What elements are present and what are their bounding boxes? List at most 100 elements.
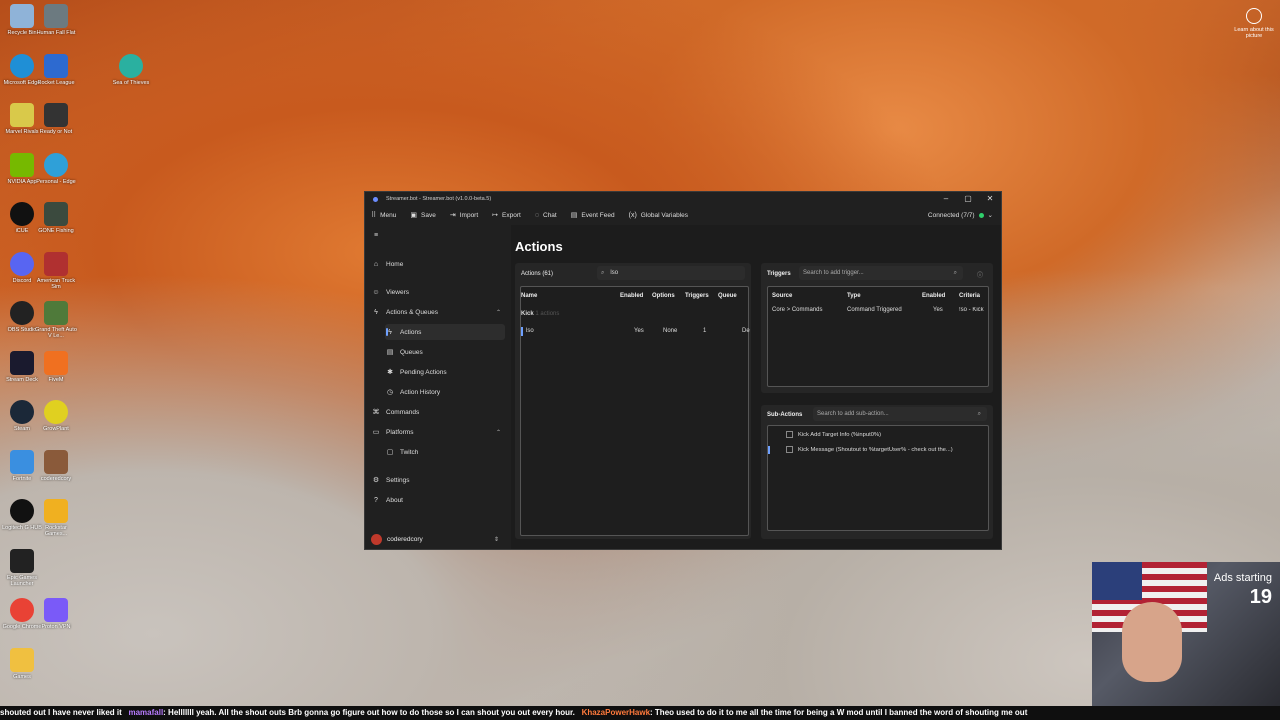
- avatar: [371, 534, 382, 545]
- window-title: Streamer.bot - Streamer.bot (v1.0.0-beta…: [386, 196, 492, 202]
- sidebar-item-actions-queues[interactable]: ϟ Actions & Queues ⌃: [371, 304, 505, 320]
- command-icon: ⌘: [372, 409, 380, 416]
- streamerbot-window: Streamer.bot - Streamer.bot (v1.0.0-beta…: [364, 191, 1002, 550]
- col-source[interactable]: Source: [772, 293, 792, 299]
- desktop-icon-games-folder[interactable]: Games: [0, 648, 44, 680]
- table-row[interactable]: lso Yes None 1 De: [521, 327, 750, 337]
- gear-icon: ⚙: [372, 477, 380, 484]
- actions-table: Name Enabled Options Triggers Queue Kick…: [520, 286, 750, 536]
- active-indicator: [386, 328, 388, 336]
- chat-icon: ◌: [534, 211, 539, 219]
- sidebar-item-twitch[interactable]: ▢ Twitch: [385, 444, 505, 460]
- desktop-icon-personal-edge[interactable]: Personal - Edge: [34, 153, 78, 185]
- col-enabled[interactable]: Enabled: [922, 293, 945, 299]
- save-button[interactable]: ▣ Save: [410, 211, 435, 220]
- desktop-icon-proton-vpn[interactable]: Proton VPN: [34, 598, 78, 630]
- import-icon: ⇥: [449, 212, 456, 219]
- list-item[interactable]: Kick Message (Shoutout to %targetUser% -…: [768, 446, 953, 454]
- queue-icon: ▤: [386, 349, 394, 356]
- checkbox[interactable]: [786, 431, 793, 438]
- status-dot-icon: [978, 212, 984, 218]
- group-kick[interactable]: Kick 1 actions: [521, 311, 559, 317]
- desktop-icon-fivem[interactable]: FiveM: [34, 351, 78, 383]
- grid-icon: ⠿: [371, 212, 377, 219]
- search-icon: ⌕: [953, 269, 957, 276]
- minimize-button[interactable]: –: [935, 192, 957, 206]
- sidebar-item-queues[interactable]: ▤ Queues: [385, 344, 505, 360]
- checkbox[interactable]: [786, 446, 793, 453]
- subaction-search-input[interactable]: Search to add sub-action... ⌕: [813, 407, 987, 421]
- desktop-icon-rocket-league[interactable]: Rocket League: [34, 54, 78, 86]
- desktop-icon-gta[interactable]: Grand Theft Auto V Le...: [34, 301, 78, 339]
- desktop-icon-human-fall-flat[interactable]: Human Fall Flat: [34, 4, 78, 36]
- twitch-icon: ▢: [386, 449, 394, 456]
- hamburger-button[interactable]: ≡: [371, 227, 505, 243]
- chat-button[interactable]: ◌ Chat: [535, 212, 557, 219]
- search-icon: ⌕: [977, 410, 981, 417]
- desktop-icon-epic[interactable]: Epic Games Launcher: [0, 549, 44, 587]
- sidebar-item-about[interactable]: ? About: [371, 492, 505, 508]
- export-icon: ↦: [492, 212, 499, 219]
- desktop-icon-coderedcory[interactable]: coderedcory: [34, 450, 78, 482]
- toolbar: ⠿ Menu ▣ Save ⇥ Import ↦ Export ◌ Chat ▤ Event…: [365, 206, 1001, 224]
- sidebar: ≡ ⌂ Home ☺ Viewers ϟ Actions & Queues ⌃ ϟ Act…: [365, 225, 511, 549]
- global-variables-button[interactable]: (x) Global Variables: [629, 212, 688, 219]
- camera-icon: [1246, 8, 1262, 24]
- desktop-icon-rockstar[interactable]: Rockstar Games...: [34, 499, 78, 537]
- table-row[interactable]: Core > Commands Command Triggered Yes !s…: [768, 306, 988, 316]
- app-logo-icon: [373, 196, 378, 202]
- ads-countdown: Ads starting 19: [1213, 572, 1272, 608]
- hamburger-icon: ≡: [373, 231, 379, 239]
- main-content: Actions Actions (61) ⌕ lso Name Enabled O…: [511, 225, 1001, 549]
- user-switcher[interactable]: coderedcory ⇕: [371, 534, 503, 545]
- triggers-table: Source Type Enabled Criteria Core > Comm…: [767, 286, 989, 387]
- event-feed-button[interactable]: ▤ Event Feed: [571, 211, 615, 220]
- sidebar-item-commands[interactable]: ⌘ Commands: [371, 404, 505, 420]
- pending-icon: ✱: [387, 369, 393, 376]
- connection-status[interactable]: Connected (7/7) ⌄: [928, 211, 993, 220]
- col-queue[interactable]: Queue: [718, 293, 737, 299]
- col-type[interactable]: Type: [847, 293, 861, 299]
- desktop-icon-american-truck-sim[interactable]: American Truck Sim: [34, 252, 78, 290]
- col-triggers[interactable]: Triggers: [685, 293, 709, 299]
- col-criteria[interactable]: Criteria: [959, 293, 980, 299]
- user-icon: ☺: [372, 288, 380, 296]
- streamer-image: [1122, 602, 1182, 682]
- menu-button[interactable]: ⠿ Menu: [371, 211, 396, 220]
- learn-about-picture[interactable]: Learn about this picture: [1234, 8, 1274, 39]
- list-item[interactable]: Kick Add Target Info (%input0%): [786, 431, 881, 438]
- sidebar-item-viewers[interactable]: ☺ Viewers: [371, 284, 505, 300]
- variable-icon: (x): [628, 211, 637, 219]
- subactions-panel: Sub-Actions Search to add sub-action... ⌕…: [761, 405, 993, 539]
- desktop-icon-growplant[interactable]: GrowPlant: [34, 400, 78, 432]
- sidebar-item-actions[interactable]: ϟ Actions: [385, 324, 505, 340]
- actions-panel: Actions (61) ⌕ lso Name Enabled Options T…: [515, 263, 751, 539]
- history-icon: ◷: [386, 389, 394, 396]
- desktop-icon-gone-fishing[interactable]: GONE Fishing: [34, 202, 78, 234]
- actions-search-input[interactable]: ⌕ lso: [597, 266, 745, 280]
- actions-header: Actions (61): [521, 271, 554, 277]
- subactions-list: Kick Add Target Info (%input0%) Kick Mes…: [767, 425, 989, 531]
- platform-icon: ▭: [372, 429, 380, 436]
- col-enabled[interactable]: Enabled: [620, 293, 643, 299]
- triggers-header: Triggers: [767, 271, 791, 277]
- page-title: Actions: [515, 239, 563, 254]
- export-button[interactable]: ↦ Export: [492, 211, 521, 220]
- search-icon: ⌕: [601, 269, 605, 276]
- sidebar-item-pending-actions[interactable]: ✱ Pending Actions: [385, 364, 505, 380]
- sidebar-item-action-history[interactable]: ◷ Action History: [385, 384, 505, 400]
- sidebar-item-platforms[interactable]: ▭ Platforms ⌃: [371, 424, 505, 440]
- maximize-button[interactable]: ▢: [957, 192, 979, 206]
- import-button[interactable]: ⇥ Import: [449, 211, 478, 220]
- chevron-updown-icon: ⇕: [493, 537, 499, 543]
- col-options[interactable]: Options: [652, 293, 675, 299]
- sidebar-item-home[interactable]: ⌂ Home: [371, 256, 505, 272]
- trigger-search-input[interactable]: Search to add trigger... ⌕: [799, 266, 963, 280]
- desktop-icon-sea-of-thieves[interactable]: Sea of Thieves: [109, 54, 153, 86]
- info-icon[interactable]: ⓘ: [977, 270, 983, 279]
- col-name[interactable]: Name: [521, 293, 537, 299]
- desktop-icon-ready-or-not[interactable]: Ready or Not: [34, 103, 78, 135]
- sidebar-item-settings[interactable]: ⚙ Settings: [371, 472, 505, 488]
- row-selection-indicator: [521, 327, 523, 336]
- close-button[interactable]: ✕: [979, 192, 1001, 206]
